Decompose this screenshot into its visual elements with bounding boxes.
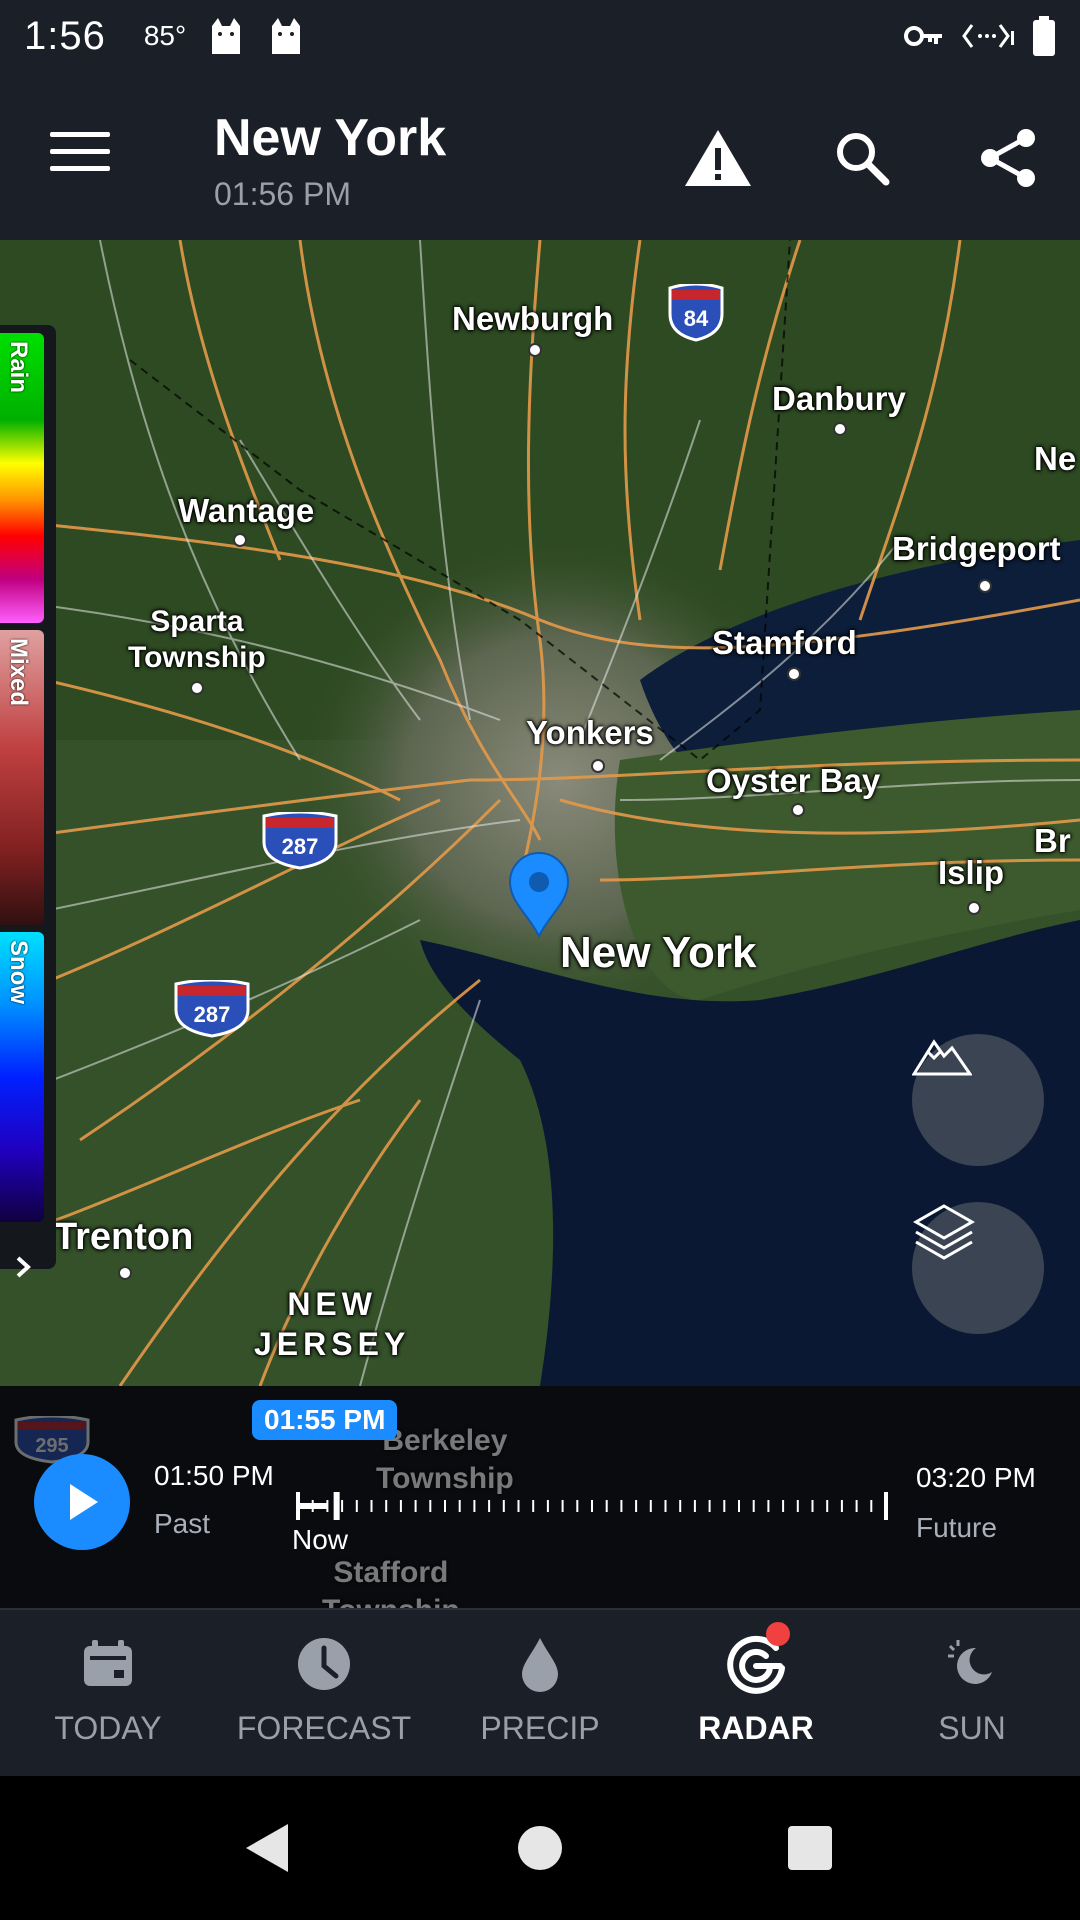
city-dot: [978, 579, 992, 593]
highway-number: 84: [684, 306, 709, 331]
highway-number: 295: [35, 1435, 68, 1457]
terrain-toggle-button[interactable]: [912, 1034, 1044, 1166]
precipitation-legend[interactable]: Rain Mixed Snow: [0, 325, 56, 1269]
city-dot: [118, 1266, 132, 1280]
city-label-islip: Islip: [938, 854, 1005, 891]
nav-label: TODAY: [54, 1710, 162, 1746]
nav-tab-forecast[interactable]: FORECAST: [216, 1610, 432, 1776]
radar-map[interactable]: 84 287 287 Newburgh Danbury Ne Wantage B…: [0, 240, 1080, 1386]
city-label-bridgeport: Bridgeport: [892, 530, 1061, 567]
mountain-icon: [912, 1039, 972, 1076]
recents-button[interactable]: [782, 1820, 838, 1876]
location-title[interactable]: New York: [214, 108, 446, 168]
city-label-danbury: Danbury: [772, 380, 906, 417]
warning-icon: [685, 130, 751, 186]
city-label-br: Br: [1034, 822, 1071, 859]
recents-icon: [788, 1826, 832, 1870]
nav-label: SUN: [938, 1710, 1006, 1746]
location-pin-icon[interactable]: [508, 852, 570, 938]
raindrop-icon: [510, 1634, 570, 1694]
calendar-icon: [78, 1634, 138, 1694]
highway-shield-287-south: 287: [174, 980, 250, 1038]
battery-icon: [1033, 16, 1055, 56]
state-label-new-jersey: NEW JERSEY: [254, 1286, 411, 1362]
legend-snow-label: Snow: [5, 940, 32, 1004]
city-label-ne: Ne: [1034, 440, 1077, 477]
nav-tab-radar[interactable]: RADAR: [648, 1610, 864, 1776]
city-label-yonkers: Yonkers: [526, 714, 654, 751]
notification-dot: [766, 1622, 790, 1646]
timeline-end-time: 03:20 PM: [916, 1462, 1036, 1493]
nav-label: PRECIP: [480, 1710, 600, 1746]
menu-button[interactable]: [50, 132, 110, 176]
play-icon: [70, 1484, 98, 1520]
search-icon: [837, 133, 890, 186]
city-label-sparta: Sparta Township: [128, 605, 266, 674]
highway-shield-287: 287: [262, 812, 338, 870]
vpn-key-icon: [904, 26, 942, 46]
nav-tab-sun[interactable]: SUN: [864, 1610, 1080, 1776]
back-button[interactable]: [238, 1820, 294, 1876]
location-time: 01:56 PM: [214, 176, 351, 212]
city-label-stamford: Stamford: [712, 624, 857, 661]
legend-mixed-label: Mixed: [5, 638, 32, 707]
home-icon: [518, 1826, 562, 1870]
timeline-now-label: Now: [292, 1524, 349, 1555]
search-button[interactable]: [826, 122, 898, 194]
highway-shield-84: 84: [668, 284, 724, 342]
play-button[interactable]: [34, 1454, 130, 1550]
city-label-newburgh: Newburgh: [452, 300, 614, 337]
bottom-navigation: TODAY FORECAST PRECIP RADAR SUN: [0, 1608, 1080, 1776]
city-label-new-york: New York: [560, 928, 757, 977]
layers-icon: [912, 1204, 976, 1260]
cat-notification-icon: [212, 18, 241, 54]
city-dot: [967, 901, 981, 915]
timeline-handle[interactable]: [333, 1492, 340, 1520]
status-temperature: 85°: [143, 20, 187, 51]
layers-button[interactable]: [912, 1202, 1044, 1334]
timeline-past-label: Past: [154, 1508, 211, 1539]
city-dot: [833, 422, 847, 436]
city-dot: [591, 759, 605, 773]
city-label-wantage: Wantage: [178, 492, 315, 529]
clock-icon: [294, 1634, 354, 1694]
system-navigation-bar: [0, 1776, 1080, 1920]
city-label-trenton: Trenton: [54, 1216, 194, 1258]
app-bar: New York 01:56 PM: [0, 72, 1080, 240]
share-button[interactable]: [972, 122, 1044, 194]
home-button[interactable]: [512, 1820, 568, 1876]
city-label-oyster-bay: Oyster Bay: [706, 762, 881, 799]
share-icon: [981, 129, 1035, 187]
city-dot: [528, 343, 542, 357]
timeline-progress: [298, 1503, 328, 1509]
timeline-future-label: Future: [916, 1512, 997, 1543]
status-time: 1:56: [24, 13, 106, 58]
moon-sun-icon: [942, 1634, 1002, 1694]
nav-tab-precip[interactable]: PRECIP: [432, 1610, 648, 1776]
back-icon: [246, 1824, 288, 1872]
highway-number: 287: [282, 834, 319, 859]
legend-expand-icon[interactable]: [12, 1252, 36, 1282]
nav-label: RADAR: [698, 1710, 814, 1746]
nav-tab-today[interactable]: TODAY: [0, 1610, 216, 1776]
status-bar: 1:56 85°: [0, 0, 1080, 72]
city-dot: [791, 803, 805, 817]
current-frame-time: 01:55 PM: [252, 1400, 398, 1440]
radar-timeline: Berkeley Township Stafford Township 295 …: [0, 1386, 1080, 1627]
data-transfer-icon: [962, 24, 1014, 48]
cat-notification-icon: [272, 18, 301, 54]
timeline-start-time: 01:50 PM: [154, 1460, 274, 1491]
alert-button[interactable]: [682, 122, 754, 194]
city-dot: [787, 667, 801, 681]
timeline-slider[interactable]: [292, 1486, 892, 1526]
highway-number: 287: [194, 1002, 231, 1027]
city-dot: [233, 533, 247, 547]
city-dot: [190, 681, 204, 695]
legend-rain: Rain: [0, 333, 44, 623]
nav-label: FORECAST: [236, 1710, 412, 1746]
legend-snow: Snow: [0, 932, 44, 1222]
legend-mixed: Mixed: [0, 630, 44, 925]
legend-rain-label: Rain: [5, 341, 32, 394]
